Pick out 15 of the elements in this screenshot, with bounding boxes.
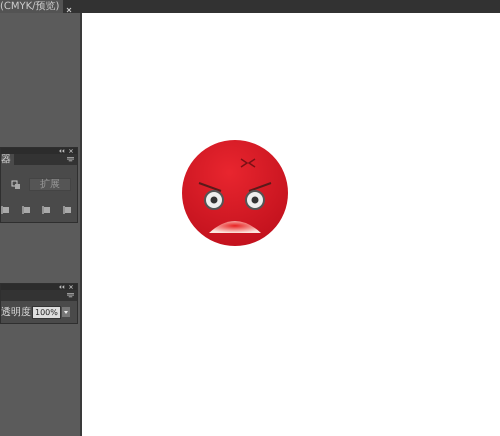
align-icon[interactable] xyxy=(1,205,11,215)
close-icon[interactable] xyxy=(68,285,74,289)
panel-menu-icon[interactable] xyxy=(67,157,74,162)
panel-menu-icon[interactable] xyxy=(67,293,74,298)
align-icon[interactable] xyxy=(42,205,52,215)
align-icon[interactable] xyxy=(22,205,32,215)
distribute-icon[interactable] xyxy=(11,180,21,190)
align-icon[interactable] xyxy=(62,205,73,215)
document-tab[interactable]: (CMYK/预览) xyxy=(0,0,64,13)
opacity-field[interactable]: 100% xyxy=(32,306,61,318)
panel-tab[interactable]: 器 xyxy=(1,154,14,165)
dropdown-icon[interactable] xyxy=(62,307,70,317)
close-icon[interactable] xyxy=(66,7,72,13)
opacity-label: 透明度 xyxy=(1,306,31,319)
close-icon[interactable] xyxy=(68,149,74,153)
